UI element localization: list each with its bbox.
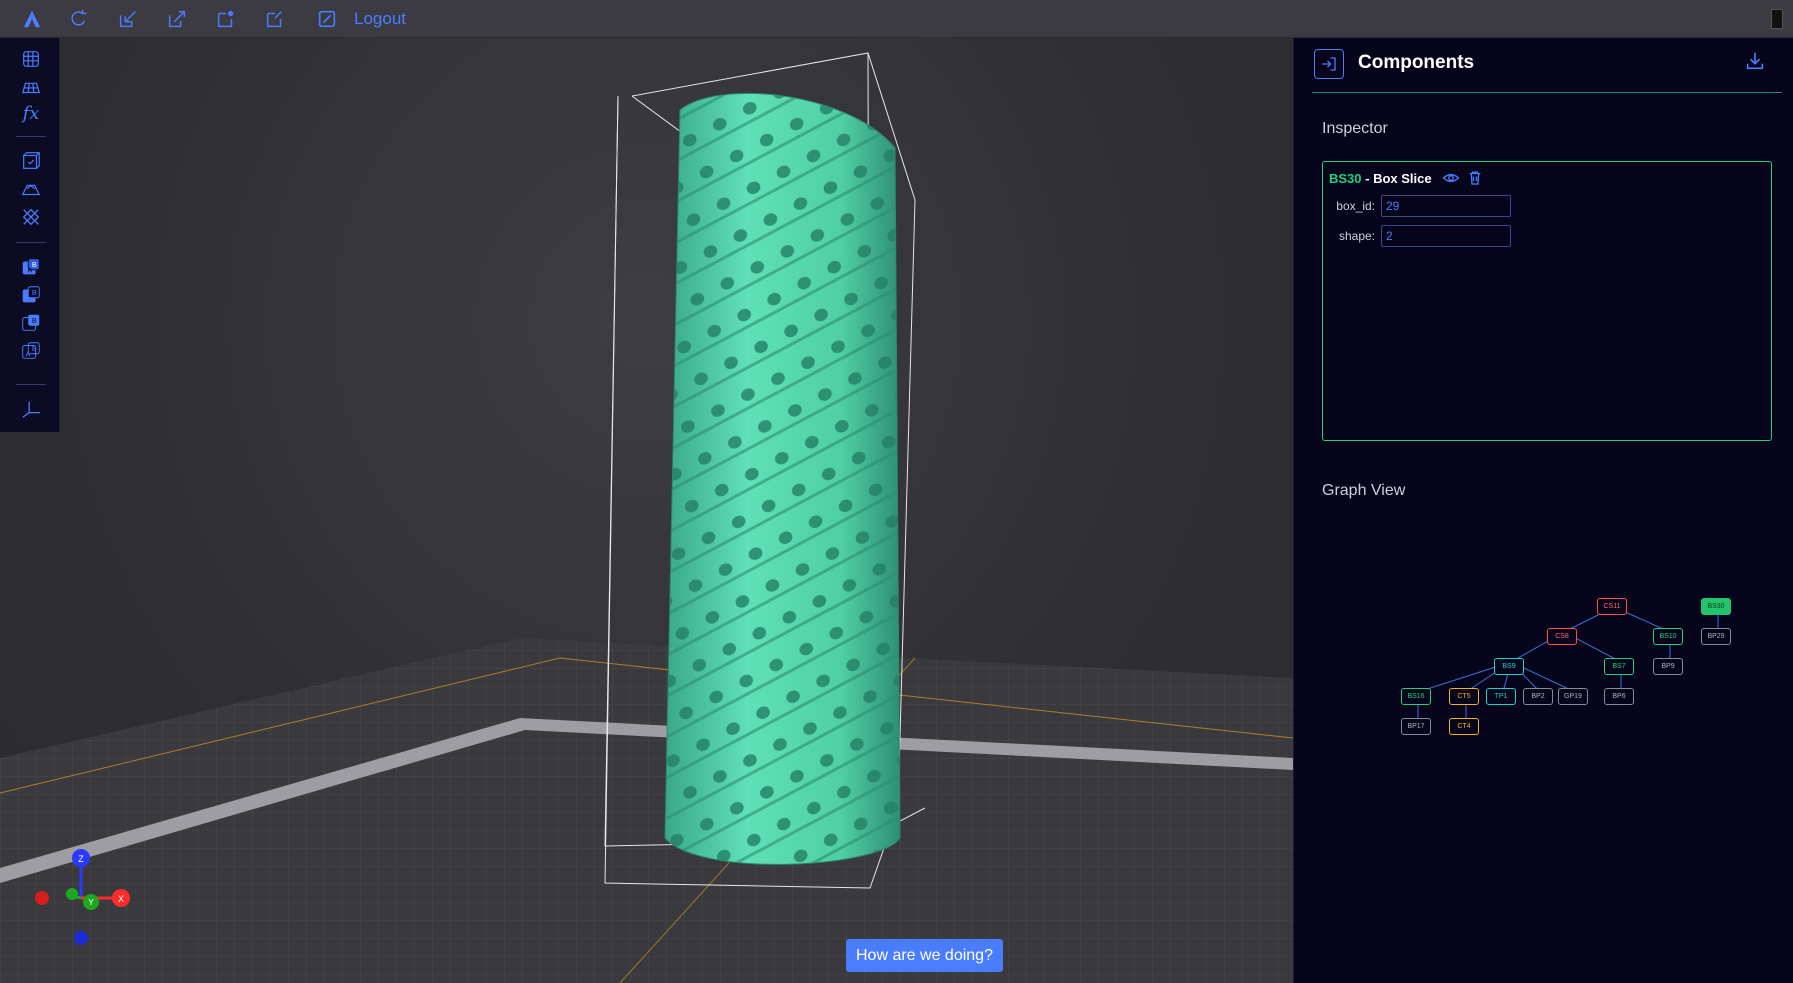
boolean-a-b-icon[interactable]: AB [18, 254, 44, 280]
logout-link[interactable]: Logout [354, 9, 406, 29]
component-name: - Box Slice [1361, 170, 1432, 186]
svg-text:B: B [32, 288, 37, 297]
panel-title: Components [1358, 52, 1475, 73]
3d-viewport[interactable]: Z X Y [0, 38, 1293, 983]
box-id-row: box_id: [1333, 195, 1511, 217]
graph-node[interactable]: BP2 [1523, 688, 1553, 705]
lattice-icon[interactable] [18, 46, 44, 72]
box-id-input[interactable] [1381, 195, 1511, 217]
boolean-ab-alt-icon[interactable]: AB [18, 338, 44, 364]
graph-node[interactable]: BS9 [1494, 658, 1524, 675]
graph-node[interactable]: BS16 [1401, 688, 1431, 705]
function-icon[interactable]: fx [18, 100, 44, 126]
shape-input[interactable] [1381, 225, 1511, 247]
graph-node[interactable]: BP6 [1604, 688, 1634, 705]
trash-icon[interactable] [1466, 169, 1484, 187]
import-icon[interactable] [116, 7, 140, 31]
pattern-icon[interactable] [18, 204, 44, 230]
graph-view-title: Graph View [1322, 482, 1406, 499]
eye-icon[interactable] [1442, 169, 1460, 187]
graph-node[interactable]: BP17 [1401, 718, 1431, 735]
svg-text:B: B [32, 316, 37, 325]
panel-divider [1312, 92, 1782, 93]
box-id-label: box_id: [1336, 199, 1375, 213]
svg-text:B: B [32, 344, 37, 353]
graph-node[interactable]: CT5 [1449, 688, 1479, 705]
surface-icon[interactable] [18, 176, 44, 202]
graph-node[interactable]: BS7 [1604, 658, 1634, 675]
collapse-panel-button[interactable] [1314, 49, 1344, 79]
grid-plane-icon[interactable] [18, 74, 44, 100]
feedback-button[interactable]: How are we doing? [846, 939, 1003, 972]
login-arrow-icon [1322, 57, 1336, 71]
redo-icon[interactable] [67, 7, 91, 31]
lattice-model[interactable] [664, 92, 901, 865]
left-toolbar: fx AB B B AB [0, 38, 60, 432]
inspector-card: BS30 - Box Slice box_id: shape: [1322, 161, 1772, 441]
graph-node[interactable]: BP29 [1701, 628, 1731, 645]
shape-label: shape: [1338, 229, 1375, 243]
components-panel: Components Inspector BS30 - Box Slice bo… [1293, 38, 1793, 983]
graph-node[interactable]: CT4 [1449, 718, 1479, 735]
new-project-icon[interactable] [214, 7, 238, 31]
inspector-title: Inspector [1322, 120, 1388, 137]
graph-node[interactable]: TP1 [1486, 688, 1516, 705]
component-id: BS30 [1329, 170, 1362, 186]
toolbar-divider [16, 242, 46, 243]
app-logo-icon[interactable] [20, 7, 44, 31]
ground-grid [0, 638, 1293, 983]
axis-label-y: Y [88, 898, 94, 907]
scene-canvas[interactable]: Z X Y [0, 38, 1293, 983]
toolbar-divider [16, 384, 46, 385]
graph-node[interactable]: BS10 [1653, 628, 1683, 645]
export-icon[interactable] [165, 7, 189, 31]
svg-text:B: B [32, 260, 37, 269]
download-icon [1746, 52, 1764, 70]
axis-label-z: Z [78, 854, 84, 864]
toolbar-divider [16, 136, 46, 137]
graph-node[interactable]: CS8 [1547, 628, 1577, 645]
top-toolbar: Logout [0, 0, 1793, 38]
graph-node[interactable]: GP19 [1558, 688, 1588, 705]
window-control[interactable] [1771, 9, 1783, 29]
inspector-heading: BS30 - Box Slice [1329, 169, 1484, 187]
logout-icon[interactable] [315, 7, 339, 31]
graph-node[interactable]: BP9 [1653, 658, 1683, 675]
download-button[interactable] [1744, 50, 1770, 76]
axis-icon[interactable] [18, 396, 44, 422]
boolean-b-icon[interactable]: B [18, 282, 44, 308]
graph-node[interactable]: CS11 [1597, 598, 1627, 615]
graph-node-selected[interactable]: BS30 [1701, 598, 1731, 615]
edit-project-icon[interactable] [263, 7, 287, 31]
panel-header: Components [1294, 38, 1793, 92]
graph-view[interactable]: CS11 BS30 CS8 BS10 BP29 BS9 BS7 BP9 BS16… [1294, 598, 1793, 798]
svg-text:A: A [26, 350, 31, 359]
box-icon[interactable] [18, 148, 44, 174]
boolean-ab-icon[interactable]: B [18, 310, 44, 336]
shape-row: shape: [1333, 225, 1511, 247]
axis-label-x: X [118, 894, 124, 904]
